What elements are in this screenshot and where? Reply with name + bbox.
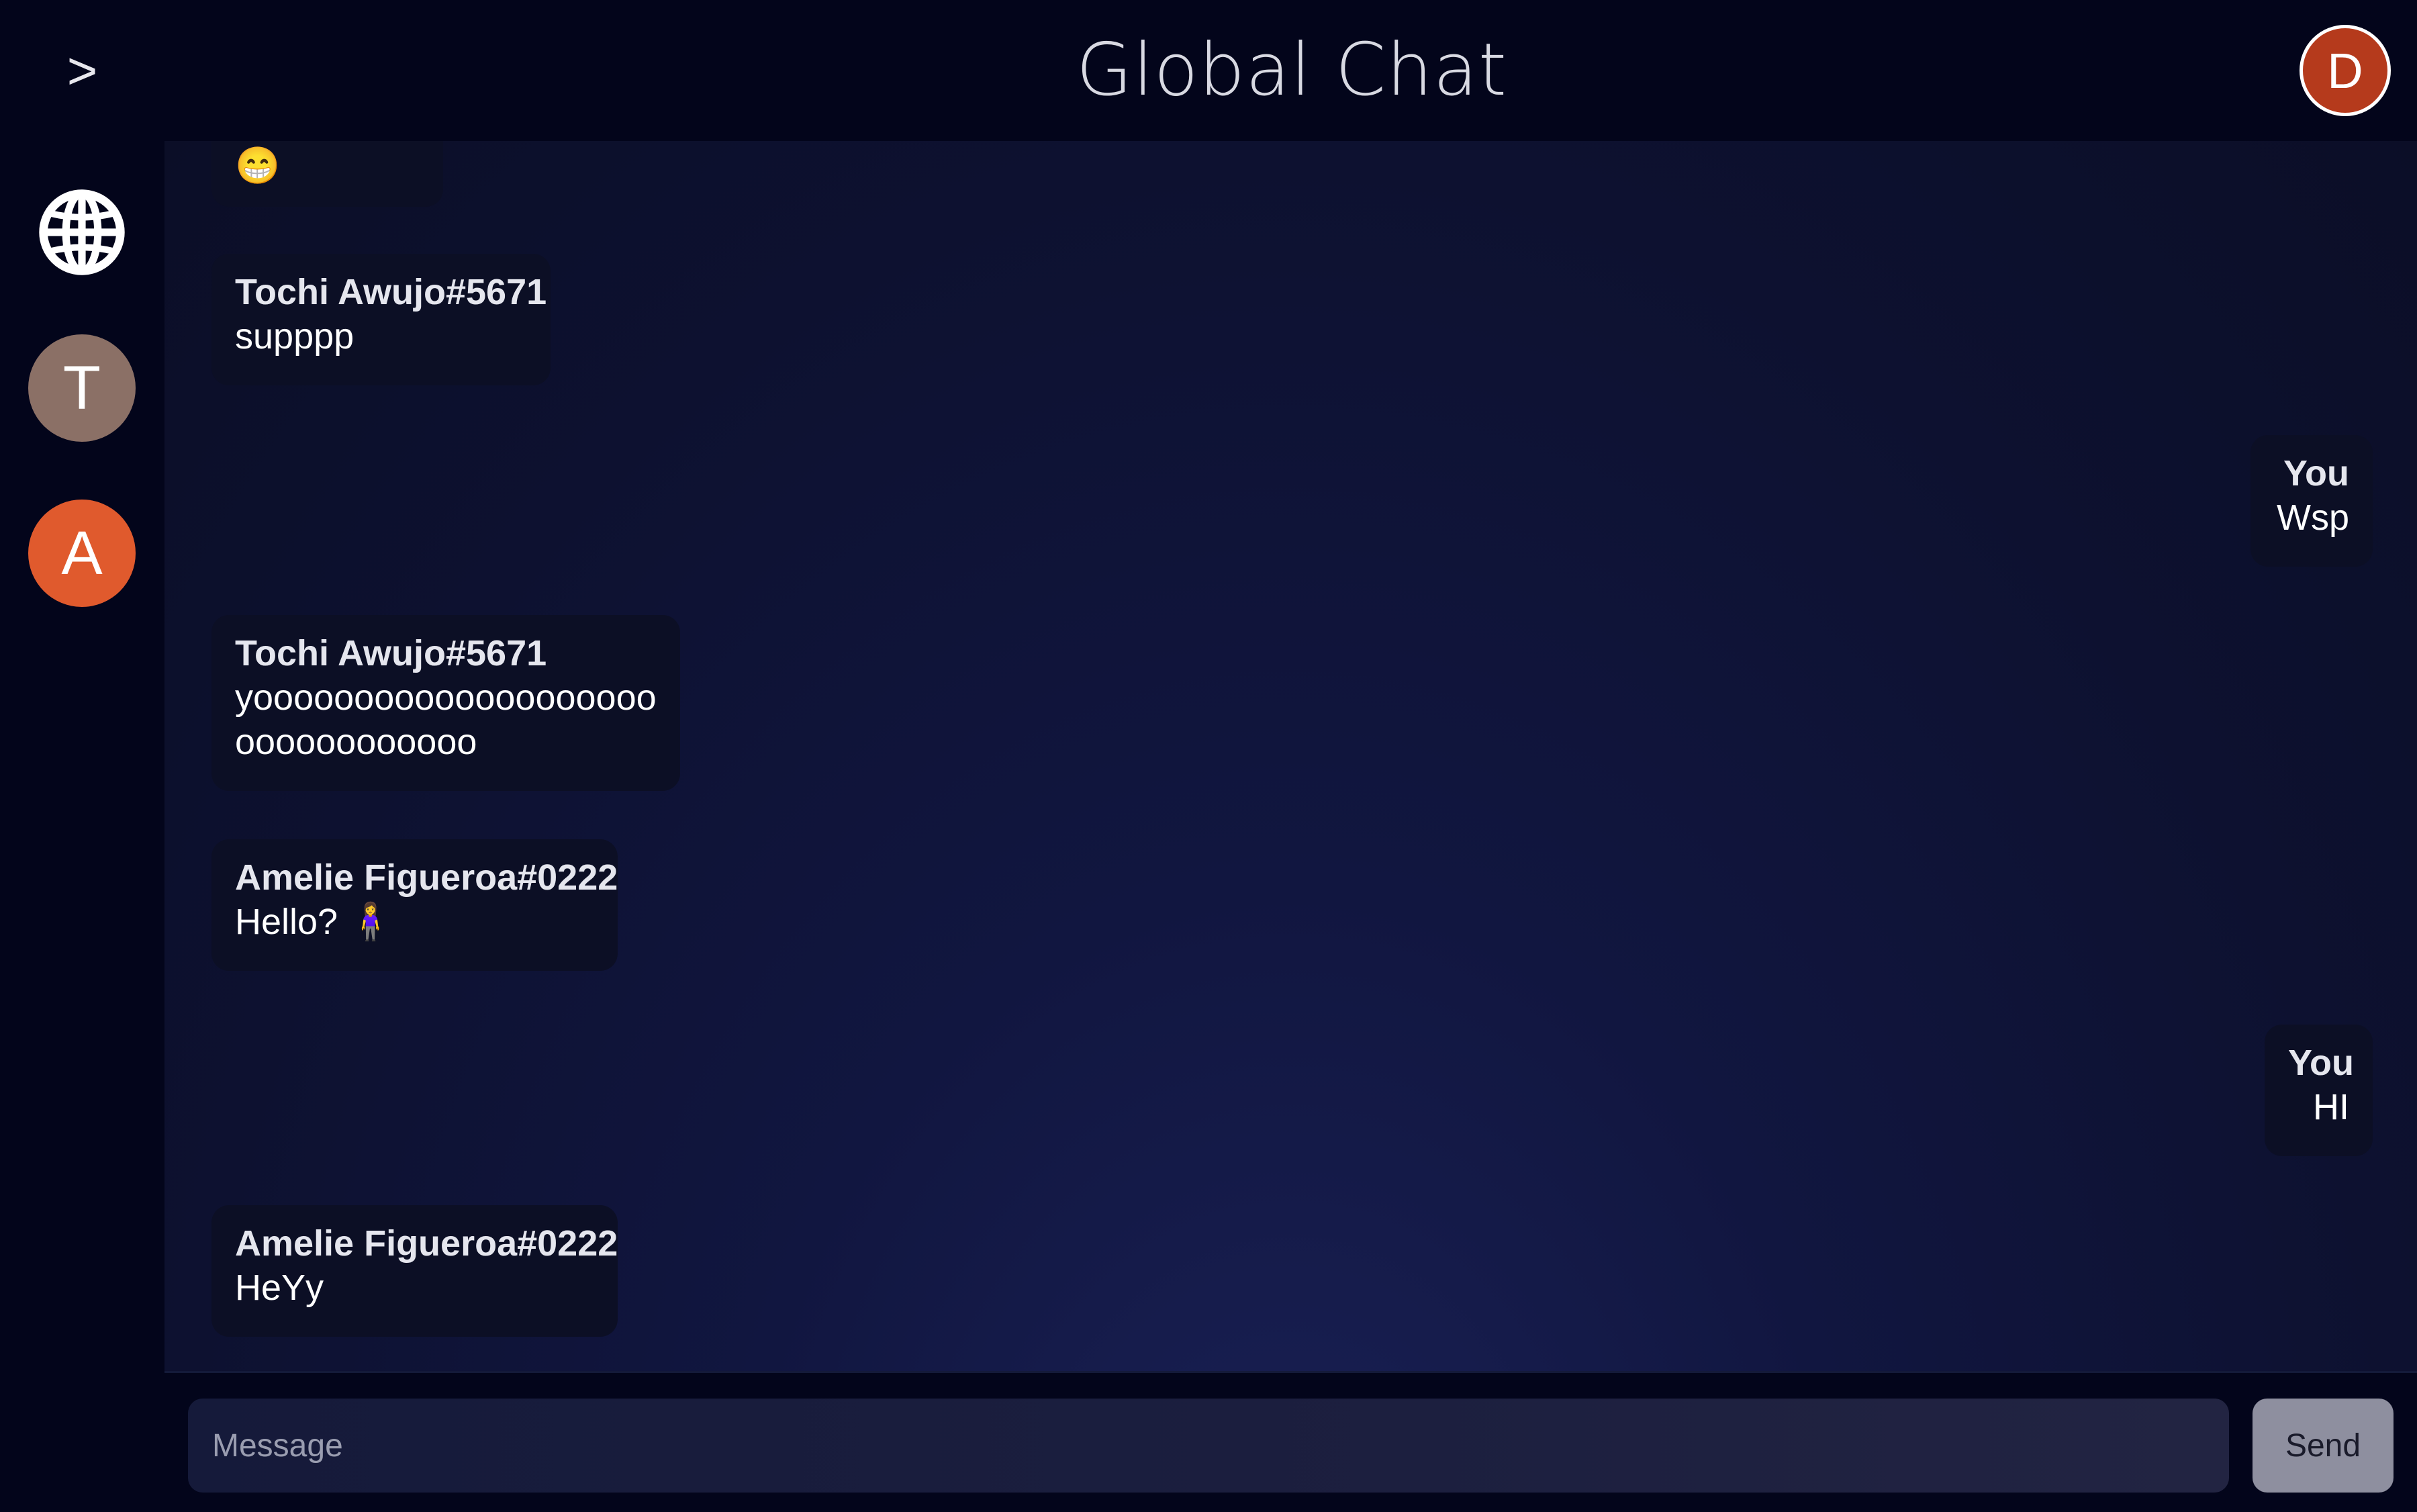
page-title: Global Chat — [1076, 28, 1508, 112]
message-text: 😁 — [235, 146, 281, 186]
message-bubble: Tochi Awujo#5671 yoooooooooooooooooooooo… — [211, 615, 680, 791]
message-author: You — [2288, 1043, 2354, 1083]
message-text: HeYy — [235, 1268, 324, 1308]
message-bubble: Amelie Figueroa#0222 HeYy — [211, 1205, 618, 1337]
sidebar-item-user-t[interactable]: T — [28, 334, 136, 442]
current-user-avatar[interactable]: D — [2300, 25, 2391, 116]
message-text: supppp — [235, 316, 354, 357]
message-bubble: Tochi Awujo#5671 supppp — [211, 254, 551, 385]
message-author: Amelie Figueroa#0222 — [235, 1223, 618, 1264]
message-text: yoooooooooooooooooooooooooooooooo — [235, 677, 657, 762]
message-author: Amelie Figueroa#0222 — [235, 857, 618, 898]
message-input[interactable] — [188, 1399, 2229, 1493]
sidebar-item-user-a[interactable]: A — [28, 500, 136, 607]
send-button[interactable]: Send — [2253, 1399, 2394, 1493]
message-list[interactable]: 😁 Tochi Awujo#5671 supppp You Wsp Tochi … — [164, 141, 2417, 1371]
message-author: Tochi Awujo#5671 — [235, 633, 547, 673]
message-bubble-own: You Wsp — [2250, 435, 2373, 567]
message-text: Hello? 🧍‍♀️ — [235, 902, 393, 942]
user-avatar-initial: A — [61, 518, 103, 587]
message-bubble-own: You HI — [2265, 1025, 2373, 1156]
sidebar-item-global-chat[interactable] — [28, 179, 136, 286]
top-bar: > Global Chat D — [0, 0, 2417, 141]
sidebar: T A — [0, 141, 164, 1512]
chat-app: > Global Chat D T A 😁 Tochi Awujo#5671 s… — [0, 0, 2417, 1512]
user-avatar-initial: T — [62, 353, 101, 422]
message-author: You — [2283, 453, 2349, 493]
sidebar-toggle-button[interactable]: > — [47, 34, 117, 107]
message-bubble: Amelie Figueroa#0222 Hello? 🧍‍♀️ — [211, 839, 618, 971]
globe-icon — [39, 189, 125, 275]
message-author: Tochi Awujo#5671 — [235, 272, 547, 312]
message-composer: Send — [164, 1371, 2417, 1512]
message-bubble: 😁 — [211, 141, 443, 207]
message-text: Wsp — [2277, 498, 2349, 538]
message-text: HI — [2313, 1087, 2349, 1127]
